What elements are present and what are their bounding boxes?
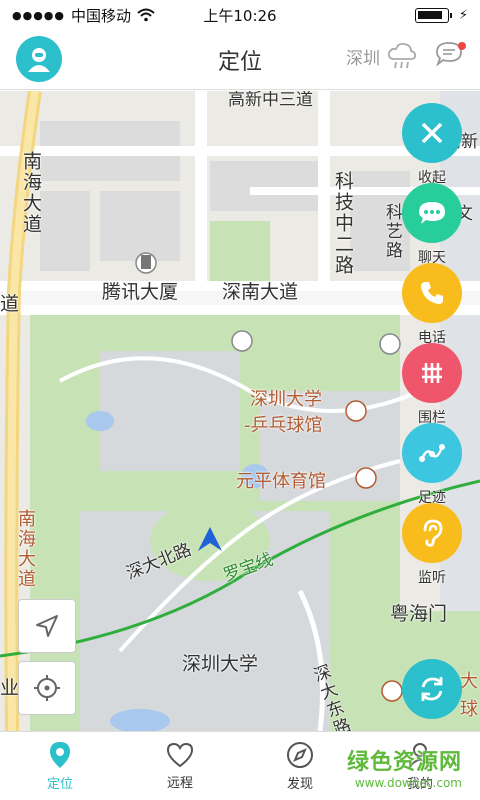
heart-icon (166, 742, 194, 768)
collapse-circle (402, 103, 462, 163)
collapse-button[interactable]: 收起 (402, 103, 462, 187)
map-view[interactable]: 高新中三道 南海大道 道 腾讯大厦 深南大道 科技中二路 科艺路 高新 文 深圳… (0, 91, 480, 731)
battery-icon (414, 7, 452, 23)
map-label-tencent: 腾讯大厦 (102, 281, 179, 303)
fence-button[interactable]: 围栏 (402, 343, 462, 427)
close-icon (421, 122, 443, 144)
map-label-qiu-right: 球 (460, 699, 478, 720)
tab-remote[interactable]: 远程 (120, 732, 240, 800)
map-label-top-road: 高新中三道 (228, 91, 313, 110)
phone-icon (421, 282, 443, 304)
chat-icon (419, 202, 445, 224)
map-label-yuanping: 元平体育馆 (236, 471, 326, 492)
compass-icon (287, 742, 313, 768)
footprint-circle (402, 423, 462, 483)
nav-bar: 定位 深圳 (0, 30, 480, 90)
map-label-keji: 科技中二路 (332, 171, 354, 276)
monitor-circle (402, 503, 462, 563)
map-label-szu: 深圳大学 (182, 653, 259, 675)
tab-remote-label: 远程 (166, 776, 193, 791)
fence-circle (402, 343, 462, 403)
map-label-szu-pingpong-1: 深圳大学 (250, 389, 322, 410)
refresh-circle (402, 659, 462, 719)
footprint-button[interactable]: 足迹 (402, 423, 462, 507)
navigate-button[interactable] (18, 599, 76, 653)
map-label-nanhai-bottom: 南海大道 (15, 509, 36, 589)
tab-discover[interactable]: 发现 (240, 732, 360, 800)
footprint-icon (419, 444, 445, 462)
locate-me-button[interactable] (18, 661, 76, 715)
map-label-da-right: 大 (460, 671, 478, 692)
chat-button[interactable]: 聊天 (402, 183, 462, 267)
phone-circle (402, 263, 462, 323)
map-label-shennan: 深南大道 (222, 281, 299, 303)
location-pin-icon (50, 742, 70, 768)
chat-circle (402, 183, 462, 243)
map-label-szu-pingpong-2: -乒乓球馆 (244, 415, 323, 436)
map-label-ye-left: 业 (0, 677, 20, 699)
weather-city: 深圳 (346, 48, 380, 69)
crosshair-icon (34, 675, 60, 701)
rain-cloud-icon (387, 42, 417, 69)
tab-location-label: 定位 (46, 777, 73, 792)
unread-badge (458, 42, 466, 50)
ear-icon (423, 519, 443, 547)
monitor-button[interactable]: 监听 (402, 503, 462, 587)
map-label-yuehai: 粤海门 (390, 603, 448, 625)
message-button[interactable] (434, 40, 466, 72)
status-bar: ●●●●● 中国移动 上午10:26 ⚡ (0, 0, 480, 30)
status-time: 上午10:26 (203, 6, 277, 25)
watermark-title: 绿色资源网 (346, 750, 462, 775)
tab-location[interactable]: 定位 (0, 732, 120, 800)
map-label-nanhai-top: 南海大道 (20, 151, 42, 235)
navigation-arrow-icon (36, 615, 58, 637)
tab-discover-label: 发现 (286, 777, 313, 792)
refresh-icon (421, 677, 443, 701)
refresh-button[interactable] (402, 659, 462, 719)
watermark-url: www.downcc.com (354, 776, 462, 790)
monitor-label: 监听 (418, 570, 446, 586)
fence-icon (422, 363, 442, 383)
watermark: 绿色资源网 www.downcc.com (347, 744, 462, 790)
phone-button[interactable]: 电话 (402, 263, 462, 347)
map-label-dao-left: 道 (0, 293, 20, 315)
